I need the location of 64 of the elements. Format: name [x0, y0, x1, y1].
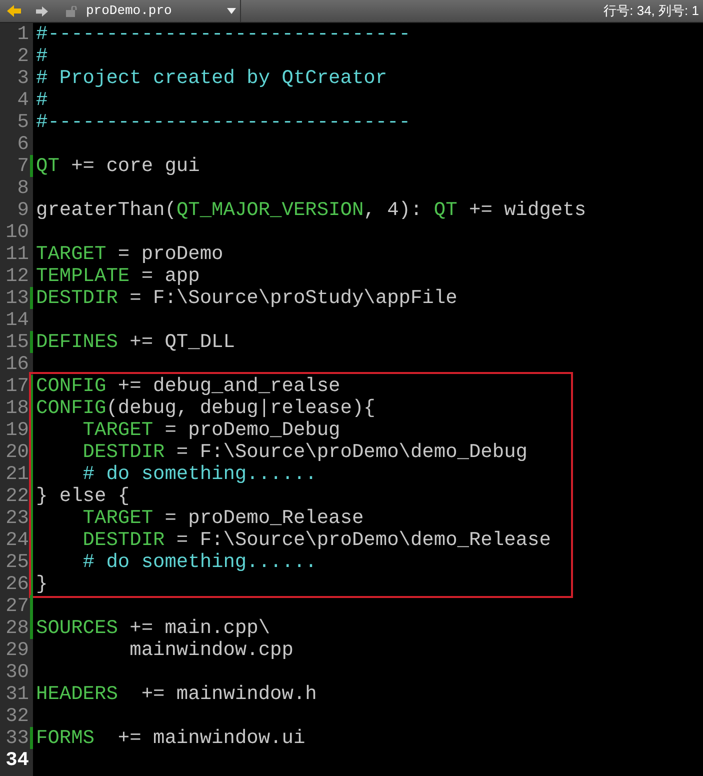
code-line: greaterThan(QT_MAJOR_VERSION, 4): QT += widgets — [35, 199, 586, 221]
line-number: 29 — [4, 639, 30, 661]
line-number: 33 — [4, 727, 30, 749]
line-number: 17 — [4, 375, 30, 397]
line-number: 25 — [4, 551, 30, 573]
back-arrow-icon[interactable] — [6, 3, 22, 19]
line-number: 6 — [16, 133, 30, 155]
line-number: 28 — [4, 617, 30, 639]
line-number: 8 — [16, 177, 30, 199]
line-number: 34 — [4, 749, 30, 771]
line-number: 5 — [16, 111, 30, 133]
line-number: 27 — [4, 595, 30, 617]
code-line: HEADERS += mainwindow.h — [35, 683, 317, 705]
line-number: 13 — [4, 287, 30, 309]
cursor-position: 行号: 34, 列号: 1 — [604, 2, 699, 20]
code-line: # do something...... — [82, 551, 317, 573]
code-line: DESTDIR = F:\Source\proStudy\appFile — [35, 287, 458, 309]
code-line: SOURCES += main.cpp\ — [35, 617, 270, 639]
line-number: 20 — [4, 441, 30, 463]
line-number: 9 — [16, 199, 30, 221]
line-number: 12 — [4, 265, 30, 287]
line-number: 16 — [4, 353, 30, 375]
file-selector[interactable]: proDemo.pro — [86, 1, 236, 21]
line-number: 18 — [4, 397, 30, 419]
lock-icon — [66, 6, 78, 16]
code-line: } — [35, 573, 48, 595]
code-line: #------------------------------- — [35, 23, 410, 45]
code-line: TEMPLATE = app — [35, 265, 200, 287]
code-line: DEFINES += QT_DLL — [35, 331, 235, 353]
line-number: 7 — [16, 155, 30, 177]
line-number: 21 — [4, 463, 30, 485]
line-number: 32 — [4, 705, 30, 727]
code-line: #------------------------------- — [35, 111, 410, 133]
line-number: 30 — [4, 661, 30, 683]
line-number: 24 — [4, 529, 30, 551]
line-number: 26 — [4, 573, 30, 595]
code-line: DESTDIR = F:\Source\proDemo\demo_Release — [82, 529, 551, 551]
code-line: CONFIG += debug_and_realse — [35, 375, 340, 397]
line-number: 4 — [16, 89, 30, 111]
line-number: 2 — [16, 45, 30, 67]
code-line: QT += core gui — [35, 155, 200, 177]
code-line: TARGET = proDemo — [35, 243, 224, 265]
line-number: 23 — [4, 507, 30, 529]
code-line: CONFIG(debug, debug|release){ — [35, 397, 376, 419]
caret-icon — [227, 8, 236, 14]
code-line: DESTDIR = F:\Source\proDemo\demo_Debug — [82, 441, 528, 463]
line-number: 14 — [4, 309, 30, 331]
code-line: # do something...... — [82, 463, 317, 485]
line-number: 22 — [4, 485, 30, 507]
line-number: 19 — [4, 419, 30, 441]
code-line: } else { — [35, 485, 130, 507]
code-line: mainwindow.cpp — [128, 639, 294, 661]
code-line: # Project created by QtCreator — [35, 67, 388, 89]
line-number: 31 — [4, 683, 30, 705]
code-line: # — [35, 89, 48, 111]
line-number: 3 — [16, 67, 30, 89]
line-number: 10 — [4, 221, 30, 243]
line-number: 15 — [4, 331, 30, 353]
line-number: 1 — [16, 23, 30, 45]
line-number: 11 — [4, 243, 30, 265]
code-line: FORMS += mainwindow.ui — [35, 727, 306, 749]
code-line: TARGET = proDemo_Debug — [82, 419, 340, 441]
code-line: # — [35, 45, 48, 67]
code-line: TARGET = proDemo_Release — [82, 507, 364, 529]
